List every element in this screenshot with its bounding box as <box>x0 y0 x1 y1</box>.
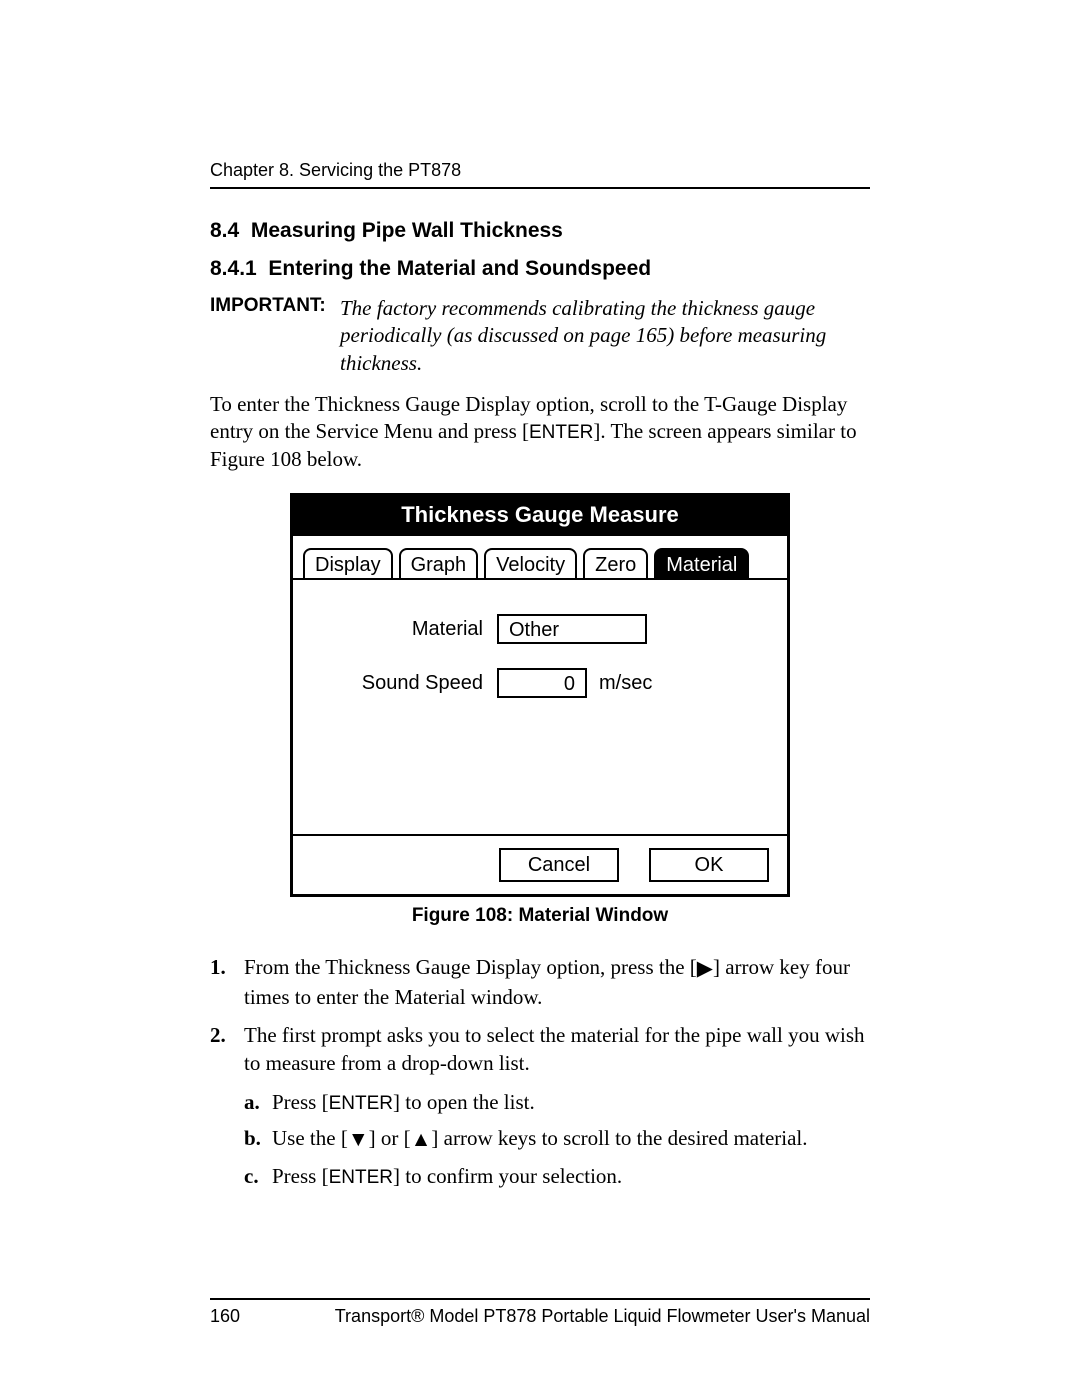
field-soundspeed: Sound Speed 0 m/sec <box>313 668 767 698</box>
step-2c: c. Press [ENTER] to confirm your selecti… <box>244 1162 870 1191</box>
step-2c-marker: c. <box>244 1162 272 1191</box>
soundspeed-input[interactable]: 0 <box>497 668 587 698</box>
tab-material[interactable]: Material <box>654 548 749 578</box>
subsection-title: Entering the Material and Soundspeed <box>268 257 651 280</box>
important-label: IMPORTANT: <box>210 295 340 377</box>
soundspeed-label: Sound Speed <box>313 672 497 695</box>
step-2-marker: 2. <box>210 1021 244 1198</box>
right-arrow-icon: ▶ <box>697 954 713 982</box>
running-head: Chapter 8. Servicing the PT878 <box>210 160 870 181</box>
key-enter-2c: ENTER <box>329 1167 393 1188</box>
key-enter: ENTER <box>529 422 593 443</box>
step-2a-text-a: Press [ <box>272 1090 329 1114</box>
section-title: Measuring Pipe Wall Thickness <box>251 219 563 242</box>
step-2c-text-a: Press [ <box>272 1164 329 1188</box>
subsection-heading: 8.4.1 Entering the Material and Soundspe… <box>210 257 870 281</box>
device-body: Material Other Sound Speed 0 m/sec <box>293 580 787 834</box>
footer-title: Transport® Model PT878 Portable Liquid F… <box>335 1306 870 1327</box>
important-note: IMPORTANT: The factory recommends calibr… <box>210 295 870 377</box>
step-2-text: The first prompt asks you to select the … <box>244 1023 865 1075</box>
figure-108: Thickness Gauge Measure Display Graph Ve… <box>210 493 870 927</box>
step-2b-text-a: Use the [ <box>272 1126 348 1150</box>
tab-display[interactable]: Display <box>303 548 393 578</box>
intro-paragraph: To enter the Thickness Gauge Display opt… <box>210 391 870 473</box>
important-text: The factory recommends calibrating the t… <box>340 295 870 377</box>
subsection-number: 8.4.1 <box>210 257 257 280</box>
step-2a: a. Press [ENTER] to open the list. <box>244 1088 870 1117</box>
step-2-sublist: a. Press [ENTER] to open the list. b. Us… <box>244 1088 870 1191</box>
figure-caption: Figure 108: Material Window <box>412 905 668 927</box>
key-enter-2a: ENTER <box>329 1093 393 1114</box>
device-buttons: Cancel OK <box>293 834 787 894</box>
device-title: Thickness Gauge Measure <box>293 496 787 536</box>
device-screen: Thickness Gauge Measure Display Graph Ve… <box>290 493 790 897</box>
material-label: Material <box>313 618 497 641</box>
up-arrow-icon: ▲ <box>411 1125 432 1153</box>
soundspeed-unit: m/sec <box>599 672 652 695</box>
cancel-button[interactable]: Cancel <box>499 848 619 882</box>
bottom-rule <box>210 1298 870 1300</box>
down-arrow-icon: ▼ <box>348 1125 369 1153</box>
step-2c-text-b: ] to confirm your selection. <box>393 1164 622 1188</box>
step-2: 2. The first prompt asks you to select t… <box>210 1021 870 1198</box>
step-1-text-a: From the Thickness Gauge Display option,… <box>244 955 697 979</box>
step-2b-marker: b. <box>244 1124 272 1153</box>
ok-button[interactable]: OK <box>649 848 769 882</box>
step-1-marker: 1. <box>210 953 244 1011</box>
tab-zero[interactable]: Zero <box>583 548 648 578</box>
field-material: Material Other <box>313 614 767 644</box>
step-2b-text-c: ] arrow keys to scroll to the desired ma… <box>431 1126 807 1150</box>
top-rule <box>210 187 870 189</box>
step-2a-text-b: ] to open the list. <box>393 1090 535 1114</box>
step-2b-text-b: ] or [ <box>369 1126 411 1150</box>
device-tabs: Display Graph Velocity Zero Material <box>293 542 787 580</box>
step-2b: b. Use the [▼] or [▲] arrow keys to scro… <box>244 1124 870 1153</box>
section-heading: 8.4 Measuring Pipe Wall Thickness <box>210 219 870 243</box>
steps-list: 1. From the Thickness Gauge Display opti… <box>210 953 870 1198</box>
tab-graph[interactable]: Graph <box>399 548 479 578</box>
tab-velocity[interactable]: Velocity <box>484 548 577 578</box>
page-footer: 160 Transport® Model PT878 Portable Liqu… <box>210 1306 870 1327</box>
page-number: 160 <box>210 1306 240 1327</box>
step-1: 1. From the Thickness Gauge Display opti… <box>210 953 870 1011</box>
section-number: 8.4 <box>210 219 239 242</box>
page-content: Chapter 8. Servicing the PT878 8.4 Measu… <box>210 160 870 1327</box>
step-2a-marker: a. <box>244 1088 272 1117</box>
material-select[interactable]: Other <box>497 614 647 644</box>
